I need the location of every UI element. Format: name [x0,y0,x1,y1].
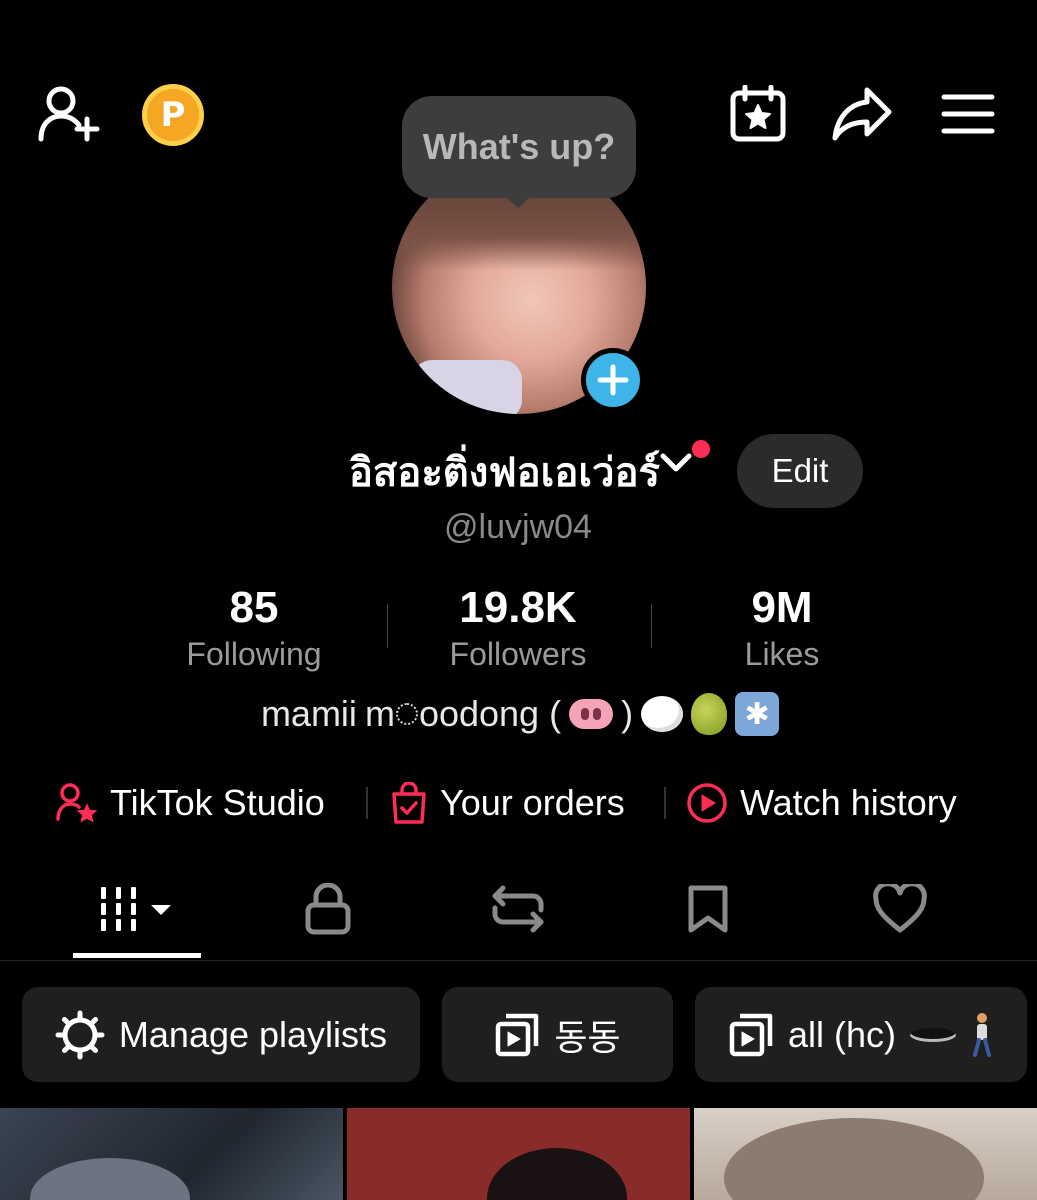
gear-icon [55,1010,105,1059]
your-orders-link[interactable]: Your orders [390,780,625,826]
repost-icon [492,885,544,933]
bio: mamii m oodong ( ) ✱ [200,692,840,736]
status-bubble[interactable]: What's up? [402,96,636,198]
video-thumbnail[interactable] [694,1108,1037,1200]
moon-circle-icon [395,703,418,725]
playlist-all-hc[interactable]: all (hc) [695,987,1027,1082]
grid-icon [101,887,171,931]
tiktok-studio-link[interactable]: TikTok Studio [56,780,325,826]
play-circle-icon [687,783,727,823]
pig-nose-icon [569,699,614,729]
hole-icon [910,1027,957,1042]
stat-divider [387,604,388,648]
username: @luvjw04 [444,508,592,546]
tab-liked[interactable] [854,874,946,944]
stat-followers[interactable]: 19.8K Followers [408,582,628,674]
menu-icon[interactable] [940,92,996,136]
pear-icon [691,693,728,735]
video-thumbnail[interactable] [0,1108,343,1200]
thumbnail-subject [30,1158,190,1200]
snowflake-icon: ✱ [735,692,780,736]
stat-likes[interactable]: 9M Likes [672,582,892,674]
link-divider [366,787,368,819]
stat-following[interactable]: 85 Following [144,582,364,674]
playlist-label: 동동 [554,1016,621,1058]
bio-text: ) [621,693,634,734]
thought-balloon-icon [641,696,684,732]
thumbnail-subject [724,1118,984,1200]
tab-private[interactable] [284,874,372,944]
share-icon[interactable] [830,84,894,144]
playlist-label: all (hc) [787,1013,897,1055]
walking-person-icon [973,1012,992,1057]
notification-dot [692,440,710,458]
link-label: Your orders [440,782,625,823]
heart-icon [873,884,927,933]
shopping-bag-icon [392,782,426,824]
user-star-icon [56,783,98,823]
avatar-photo-detail [412,360,522,414]
active-tab-indicator [73,953,201,958]
link-divider [664,787,666,819]
chevron-down-icon[interactable] [660,452,692,479]
stat-label: Likes [744,636,820,672]
bio-text: mamii [260,693,357,734]
calendar-star-icon[interactable] [728,84,788,144]
thumbnail-subject [487,1148,627,1200]
coin-icon: P [160,95,186,135]
tab-reposts[interactable] [474,874,562,944]
tab-videos[interactable] [73,874,201,944]
playlist-label: Manage playlists [118,1013,388,1055]
add-story-button[interactable] [581,348,645,412]
playlist-icon [496,1013,539,1056]
stat-value: 9M [751,583,813,632]
watch-history-link[interactable]: Watch history [686,780,957,826]
stat-label: Followers [449,636,587,672]
tab-favorites[interactable] [664,874,752,944]
bio-text: m oodong ( [365,693,561,735]
display-name[interactable]: อิสอะติ่งฟอเอเว่อร์ [200,440,660,504]
video-thumbnail[interactable] [347,1108,690,1200]
coins-button[interactable]: P [142,84,204,146]
link-label: TikTok Studio [110,782,325,823]
tabs-divider [0,960,1037,961]
link-label: Watch history [740,782,957,823]
bookmark-icon [688,885,728,933]
playlist-icon [729,1013,773,1056]
stat-value: 19.8K [459,583,577,632]
bio-text-part: oodong ( [418,693,562,734]
lock-icon [305,883,351,935]
stat-label: Following [186,636,322,672]
manage-playlists-button[interactable]: Manage playlists [22,987,420,1082]
playlist-dongdong[interactable]: 동동 [442,987,673,1082]
add-friend-icon[interactable] [36,84,102,144]
stat-value: 85 [229,583,279,632]
plus-icon [597,364,629,396]
bio-text-part: m [364,693,395,734]
edit-profile-button[interactable]: Edit [737,434,863,508]
stat-divider [651,604,652,648]
